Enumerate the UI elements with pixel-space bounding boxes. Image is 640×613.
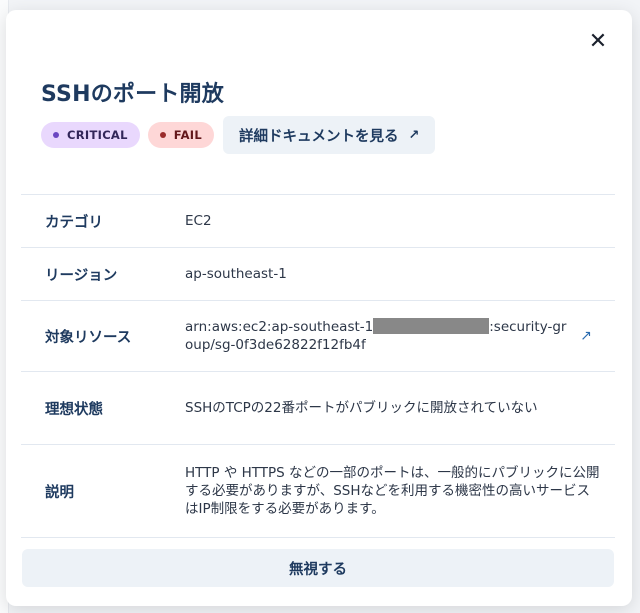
row-category: カテゴリ EC2 [21,195,615,248]
redacted-account-id [373,318,490,334]
row-description: 説明 HTTP や HTTPS などの一部のポートは、一般的にパブリックに公開す… [21,445,615,538]
view-docs-button[interactable]: 詳細ドキュメントを見る ↗ [223,116,436,154]
region-value: ap-southeast-1 [185,266,287,282]
row-region: リージョン ap-southeast-1 [21,248,615,301]
details-table: カテゴリ EC2 リージョン ap-southeast-1 対象リソース arn… [21,194,615,538]
ideal-state-value: SSHのTCPの22番ポートがパブリックに開放されていない [185,400,538,416]
finding-detail-modal: ✕ SSHのポート開放 CRITICAL FAIL 詳細ドキュメントを見る ↗ … [6,10,632,606]
status-badge-label: FAIL [173,128,203,142]
status-dot [159,132,166,138]
resource-arn-link[interactable]: arn:aws:ec2:ap-southeast-1:security-grou… [185,318,571,354]
badge-row: CRITICAL FAIL 詳細ドキュメントを見る ↗ [41,116,436,154]
region-label: リージョン [45,267,118,284]
resource-label: 対象リソース [45,329,132,346]
ignore-button[interactable]: 無視する [22,549,614,587]
resource-value: arn:aws:ec2:ap-southeast-1:security-grou… [185,318,615,354]
description-value: HTTP や HTTPS などの一部のポートは、一般的にパブリックに公開する必要… [185,465,600,517]
row-ideal-state: 理想状態 SSHのTCPの22番ポートがパブリックに開放されていない [21,372,615,445]
category-label: カテゴリ [45,214,103,231]
view-docs-label: 詳細ドキュメントを見る [239,128,399,145]
ideal-state-label: 理想状態 [45,401,103,418]
close-icon[interactable]: ✕ [586,30,610,54]
external-link-icon[interactable]: ↗ [571,327,601,345]
severity-dot [53,132,59,138]
description-label: 説明 [45,484,74,501]
severity-badge-label: CRITICAL [67,128,128,142]
modal-title: SSHのポート開放 [41,82,224,107]
resource-arn-prefix: arn:aws:ec2:ap-southeast-1 [185,319,374,335]
severity-badge: CRITICAL [41,122,140,148]
category-value: EC2 [185,213,212,229]
row-resource: 対象リソース arn:aws:ec2:ap-southeast-1:securi… [21,301,615,372]
external-link-icon: ↗ [408,127,420,143]
status-badge: FAIL [147,122,215,148]
